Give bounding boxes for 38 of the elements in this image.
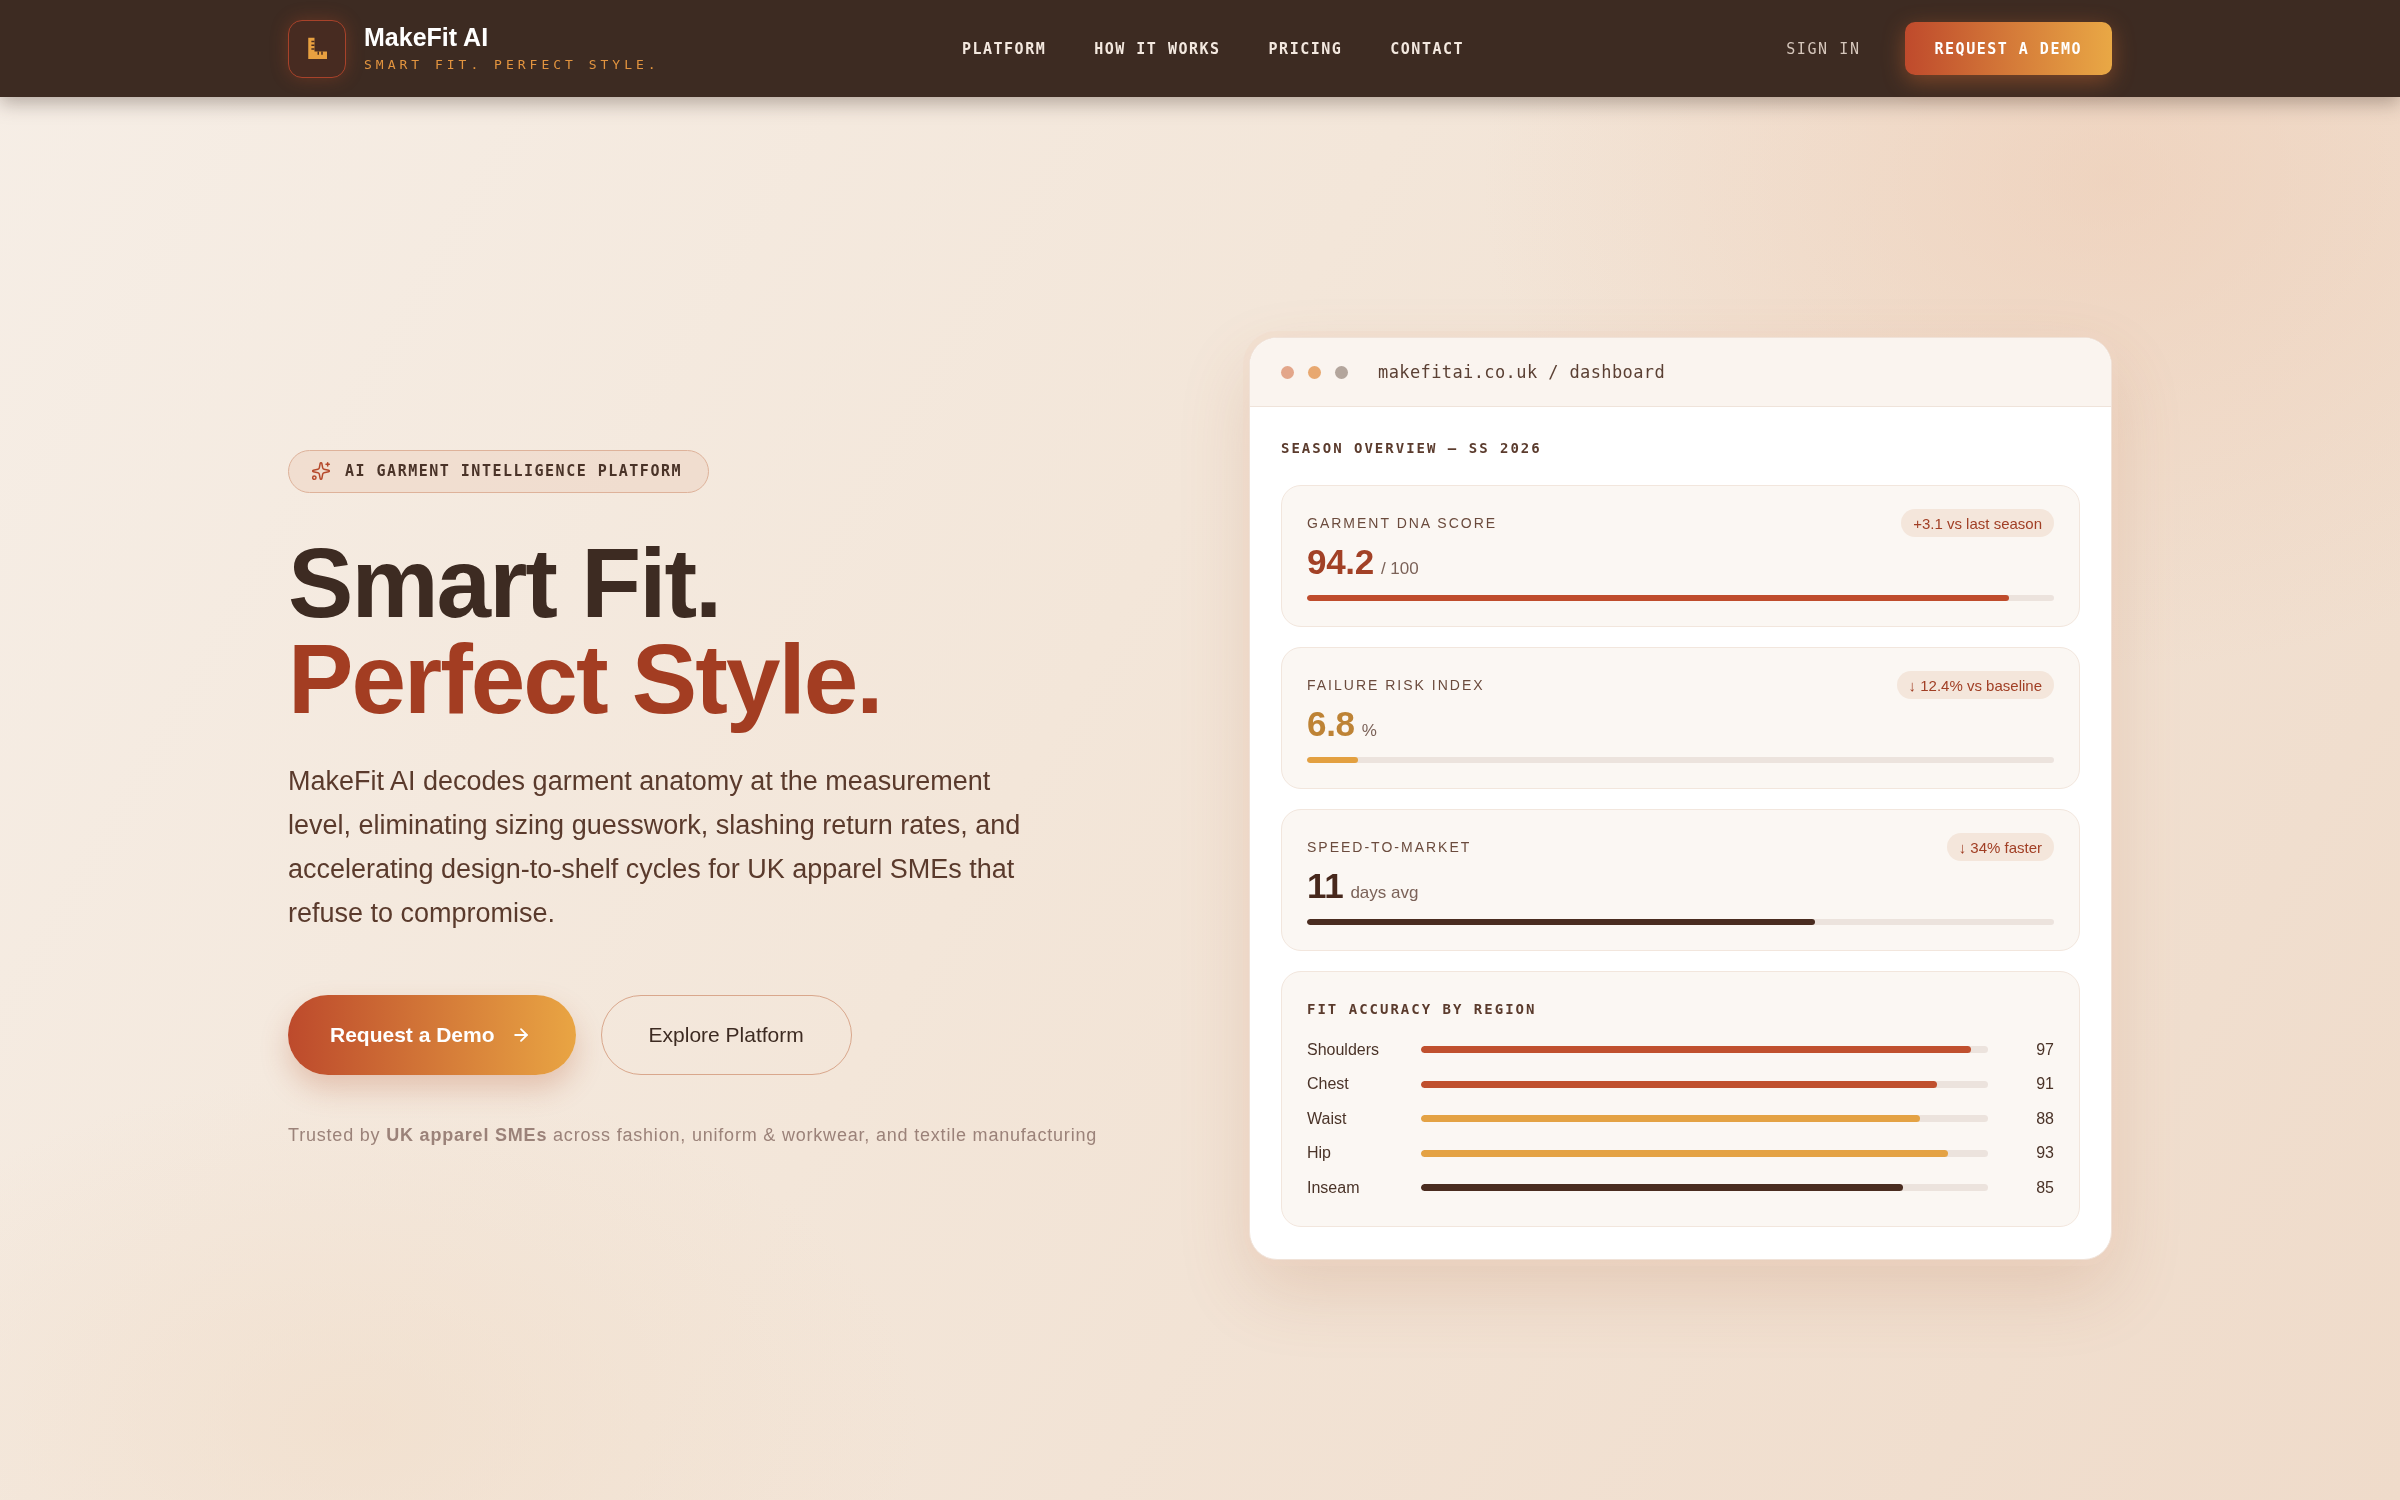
url-text: makefitai.co.uk / dashboard xyxy=(1378,362,1666,383)
nav-link[interactable]: HOW IT WORKS xyxy=(1094,39,1221,58)
nav-link[interactable]: PRICING xyxy=(1268,39,1343,58)
accuracy-title: FIT ACCURACY BY REGION xyxy=(1307,1001,1537,1018)
hero-description: MakeFit AI decodes garment anatomy at the measurement level, eliminating sizing guesswork, slashing return rates, and accelerating design-to-shelf cycles for UK apparel SMEs that refuse to compromise. xyxy=(288,764,1022,930)
ruler-icon xyxy=(288,19,346,78)
trend-badge: ↓ 34% faster xyxy=(1946,833,2054,862)
brand-tagline: SMART FIT. PERFECT STYLE. xyxy=(364,56,660,73)
section-title: SEASON OVERVIEW — SS 2026 xyxy=(1281,439,1543,459)
metric-label: GARMENT DNA SCORE xyxy=(1307,515,1498,532)
metric-value: 11 xyxy=(1307,868,1344,904)
metric-label: FAILURE RISK INDEX xyxy=(1307,677,1485,694)
region-value: 91 xyxy=(2036,1075,2054,1093)
metric-unit: days avg xyxy=(1350,883,1419,904)
region-value: 97 xyxy=(2036,1040,2054,1059)
trend-badge: +3.1 vs last season xyxy=(1901,509,2054,538)
metric-value: 6.8 xyxy=(1307,706,1355,742)
region-value: 93 xyxy=(2036,1144,2054,1162)
brand-name: MakeFit AI xyxy=(364,24,490,52)
sign-in-link[interactable]: SIGN IN xyxy=(1786,39,1861,58)
sparkle-icon xyxy=(311,461,331,481)
region-label: Hip xyxy=(1307,1144,1332,1162)
trend-badge: ↓ 12.4% vs baseline xyxy=(1896,671,2054,700)
region-label: Shoulders xyxy=(1307,1040,1381,1059)
trust-note: Trusted by UK apparel SMEs across fashion, uniform & workwear, and textile manufacturing xyxy=(288,1123,1098,1147)
region-label: Inseam xyxy=(1307,1178,1361,1197)
hero-heading: Smart Fit. Perfect Style. xyxy=(288,534,883,736)
region-label: Chest xyxy=(1307,1075,1350,1093)
region-value: 88 xyxy=(2036,1109,2054,1128)
metric-unit: / 100 xyxy=(1380,559,1419,580)
metric-label: SPEED-TO-MARKET xyxy=(1307,839,1472,856)
category-label: AI GARMENT INTELLIGENCE PLATFORM xyxy=(345,462,682,480)
region-label: Waist xyxy=(1307,1109,1348,1128)
nav-link[interactable]: CONTACT xyxy=(1390,39,1465,58)
region-value: 85 xyxy=(2036,1178,2054,1197)
metric-value: 94.2 xyxy=(1307,544,1374,580)
metric-unit: % xyxy=(1361,721,1377,742)
nav-link[interactable]: PLATFORM xyxy=(961,39,1047,58)
